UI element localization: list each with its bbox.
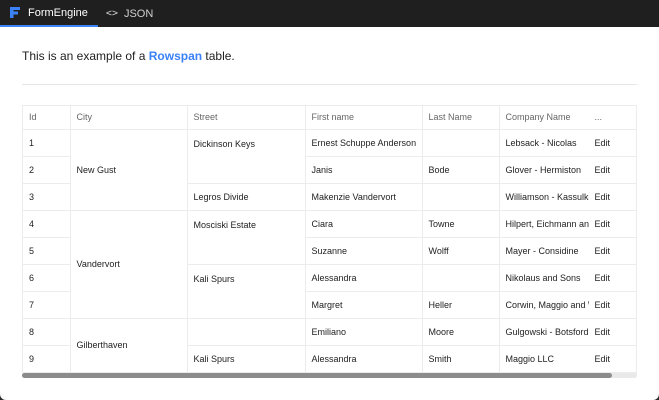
- cell-company: Corwin, Maggio and W: [499, 291, 591, 319]
- cell-street: [187, 318, 306, 346]
- cell-first-name: Alessandra: [305, 345, 423, 373]
- tab-formengine[interactable]: FormEngine: [0, 0, 98, 27]
- header-company-name[interactable]: Company Name: [499, 106, 591, 130]
- edit-button[interactable]: Edit: [587, 291, 636, 319]
- cell-id: 6: [23, 264, 71, 292]
- cell-last-name: Towne: [422, 210, 500, 238]
- cell-company: Nikolaus and Sons: [499, 264, 591, 292]
- header-id[interactable]: Id: [23, 106, 71, 130]
- scrollbar-thumb[interactable]: [22, 373, 612, 378]
- cell-first-name: Ciara: [305, 210, 423, 238]
- table-row: 1 New Gust Dickinson Keys Ernest Schuppe…: [23, 129, 636, 211]
- header-actions: ...: [587, 106, 636, 130]
- cell-first-name: Emiliano: [305, 318, 423, 346]
- cell-first-name: Ernest Schuppe Anderson: [305, 129, 423, 157]
- cell-street: Legros Divide: [187, 183, 306, 211]
- cell-company: Lebsack - Nicolas: [499, 129, 591, 157]
- cell-street: Kali Spurs: [187, 264, 306, 319]
- tab-label: JSON: [123, 7, 154, 20]
- tab-label: FormEngine: [28, 6, 88, 19]
- cell-city: Vandervort: [70, 210, 188, 319]
- cell-first-name: Alessandra: [305, 264, 423, 292]
- cell-id: 5: [23, 237, 71, 265]
- intro-suffix: table.: [202, 49, 235, 63]
- cell-id: 8: [23, 318, 71, 346]
- header-first-name[interactable]: First name: [305, 106, 423, 130]
- rowspan-table-container[interactable]: Id City Street First name Last Name Comp…: [22, 105, 637, 375]
- cell-company: Glover - Hermiston: [499, 156, 591, 184]
- cell-last-name: [422, 183, 500, 211]
- cell-street: Kali Spurs: [187, 345, 306, 373]
- header-last-name[interactable]: Last Name: [422, 106, 500, 130]
- cell-last-name: Moore: [422, 318, 500, 346]
- cell-city: Gilberthaven: [70, 318, 188, 373]
- cell-last-name: Heller: [422, 291, 500, 319]
- cell-id: 1: [23, 129, 71, 157]
- horizontal-scrollbar[interactable]: [22, 373, 637, 378]
- table-row: 8 Gilberthaven Emiliano Moore Gulgowski …: [23, 318, 636, 373]
- edit-button[interactable]: Edit: [587, 129, 636, 157]
- cell-company: Maggio LLC: [499, 345, 591, 373]
- cell-id: 3: [23, 183, 71, 211]
- tab-json[interactable]: <> JSON: [98, 0, 163, 27]
- edit-button[interactable]: Edit: [587, 264, 636, 292]
- edit-button[interactable]: Edit: [587, 345, 636, 373]
- cell-id: 4: [23, 210, 71, 238]
- cell-last-name: [422, 264, 500, 292]
- cell-street: Dickinson Keys: [187, 129, 306, 184]
- cell-first-name: Janis: [305, 156, 423, 184]
- cell-city: New Gust: [70, 129, 188, 211]
- cell-company: Mayer - Considine: [499, 237, 591, 265]
- cell-last-name: Bode: [422, 156, 500, 184]
- header-street[interactable]: Street: [187, 106, 306, 130]
- edit-button[interactable]: Edit: [587, 318, 636, 346]
- cell-last-name: [422, 129, 500, 157]
- preview-panel: This is an example of a Rowspan table. I…: [0, 27, 659, 400]
- formengine-logo-icon: [8, 6, 22, 20]
- top-bar: FormEngine <> JSON: [0, 0, 659, 27]
- intro-prefix: This is an example of a: [22, 49, 149, 63]
- intro-text: This is an example of a Rowspan table.: [22, 49, 235, 63]
- cell-last-name: Wolff: [422, 237, 500, 265]
- cell-id: 2: [23, 156, 71, 184]
- table-row: 4 Vandervort Mosciski Estate Ciara Towne…: [23, 210, 636, 319]
- header-city[interactable]: City: [70, 106, 188, 130]
- edit-button[interactable]: Edit: [587, 210, 636, 238]
- edit-button[interactable]: Edit: [587, 237, 636, 265]
- cell-company: Gulgowski - Botsford: [499, 318, 591, 346]
- cell-id: 9: [23, 345, 71, 373]
- edit-button[interactable]: Edit: [587, 183, 636, 211]
- intro-highlight: Rowspan: [148, 49, 203, 63]
- cell-first-name: Suzanne: [305, 237, 423, 265]
- cell-id: 7: [23, 291, 71, 319]
- table-header-row: Id City Street First name Last Name Comp…: [23, 106, 636, 130]
- divider: [22, 84, 637, 85]
- cell-company: Hilpert, Eichmann and: [499, 210, 591, 238]
- cell-first-name: Margret: [305, 291, 423, 319]
- cell-street: Mosciski Estate: [187, 210, 306, 265]
- cell-first-name: Makenzie Vandervort: [305, 183, 423, 211]
- code-icon: <>: [105, 8, 118, 19]
- edit-button[interactable]: Edit: [587, 156, 636, 184]
- cell-last-name: Smith: [422, 345, 500, 373]
- rowspan-table: Id City Street First name Last Name Comp…: [23, 106, 636, 373]
- cell-company: Williamson - Kassulke: [499, 183, 591, 211]
